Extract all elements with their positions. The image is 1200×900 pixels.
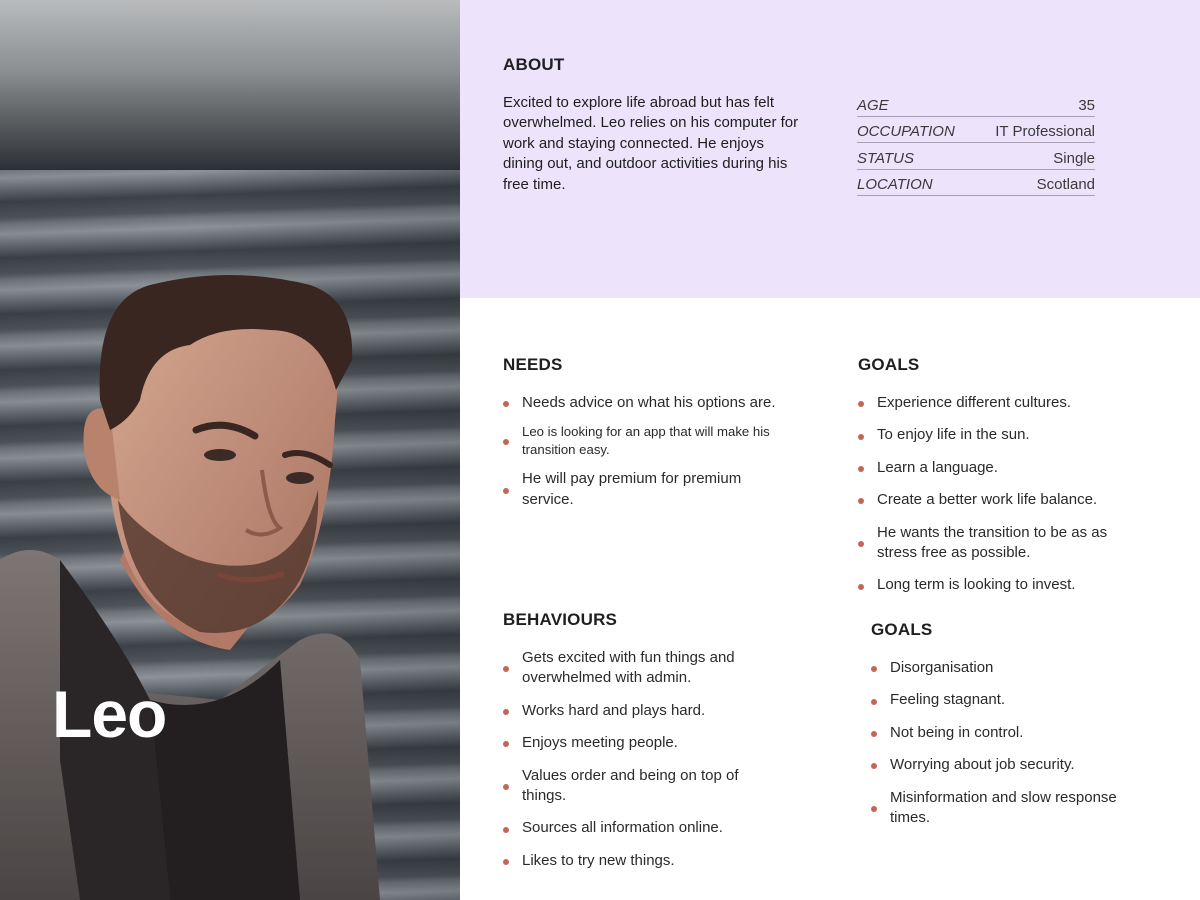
list-item: Needs advice on what his options are. [503, 393, 793, 413]
persona-portrait-illustration [0, 275, 380, 900]
list-item: Create a better work life balance. [858, 490, 1153, 510]
bullet-icon [858, 583, 864, 590]
list-item: Misinformation and slow response times. [871, 788, 1156, 829]
list-item: Learn a language. [858, 458, 1153, 478]
list-item: To enjoy life in the sun. [858, 425, 1153, 445]
bullet-icon [858, 498, 864, 505]
goals-list: Experience different cultures. To enjoy … [858, 393, 1153, 608]
list-item-text: Sources all information online. [522, 819, 723, 837]
list-item-text: Leo is looking for an app that will make… [522, 424, 770, 458]
list-item-text: Long term is looking to invest. [877, 576, 1076, 594]
bullet-icon [871, 763, 877, 770]
list-item-text: Learn a language. [877, 458, 998, 476]
list-item: Feeling stagnant. [871, 690, 1166, 710]
list-item: Values order and being on top of things. [503, 766, 778, 807]
bullet-icon [871, 731, 877, 738]
fact-key: OCCUPATION [857, 123, 955, 140]
list-item: Disorganisation [871, 658, 1166, 678]
needs-title: NEEDS [503, 355, 563, 374]
fact-value: Scotland [1036, 176, 1095, 193]
list-item: Worrying about job security. [871, 755, 1166, 775]
bullet-icon [503, 741, 509, 748]
bullet-icon [503, 401, 509, 408]
list-item-text: Not being in control. [890, 723, 1024, 741]
fact-key: AGE [857, 96, 889, 114]
bullet-icon [503, 439, 509, 446]
fact-row-age: AGE 35 [857, 90, 1095, 117]
about-title: ABOUT [503, 55, 565, 74]
pain-points-list: Disorganisation Feeling stagnant. Not be… [871, 658, 1166, 840]
bullet-icon [503, 666, 509, 673]
fact-value: 35 [1078, 96, 1095, 114]
persona-photo: Leo [0, 0, 460, 900]
fact-key: LOCATION [857, 176, 933, 193]
list-item: Not being in control. [871, 723, 1166, 743]
bullet-icon [503, 859, 509, 866]
fact-value: Single [1053, 149, 1095, 167]
bullet-icon [871, 666, 877, 673]
list-item-text: Worrying about job security. [890, 756, 1075, 774]
bullet-icon [858, 541, 864, 548]
bullet-icon [871, 698, 877, 705]
about-text: Excited to explore life abroad but has f… [503, 94, 799, 193]
bullet-icon [503, 826, 509, 833]
list-item: Likes to try new things. [503, 851, 793, 871]
list-item: Long term is looking to invest. [858, 575, 1153, 595]
list-item: Experience different cultures. [858, 393, 1153, 413]
list-item-text: Works hard and plays hard. [522, 701, 706, 719]
behaviours-title: BEHAVIOURS [503, 610, 618, 629]
bullet-icon [858, 401, 864, 408]
fact-row-location: LOCATION Scotland [857, 170, 1095, 196]
fact-row-occupation: OCCUPATION IT Professional [857, 117, 1095, 143]
list-item: Sources all information online. [503, 818, 793, 838]
list-item-text: Values order and being on top of things. [522, 766, 739, 805]
list-item-text: Gets excited with fun things and overwhe… [522, 649, 735, 687]
list-item-text: He wants the transition to be as as stre… [877, 523, 1108, 562]
bullet-icon [503, 709, 509, 716]
list-item-text: Experience different cultures. [877, 394, 1071, 411]
list-item-text: Disorganisation [890, 659, 994, 676]
list-item-text: He will pay premium for premium service. [522, 470, 742, 508]
about-section: ABOUT Excited to explore life abroad but… [460, 0, 1200, 298]
list-item-text: Needs advice on what his options are. [522, 394, 776, 411]
pain-points-title: GOALS [871, 620, 933, 639]
bullet-icon [858, 433, 864, 440]
list-item-text: Misinformation and slow response times. [890, 788, 1117, 827]
list-item: He wants the transition to be as as stre… [858, 523, 1138, 564]
bullet-icon [858, 466, 864, 473]
fact-value: IT Professional [995, 123, 1095, 140]
list-item: Leo is looking for an app that will make… [503, 423, 793, 459]
list-item-text: Feeling stagnant. [890, 691, 1006, 709]
bullet-icon [503, 784, 509, 791]
list-item: Works hard and plays hard. [503, 701, 793, 721]
list-item-text: To enjoy life in the sun. [877, 426, 1030, 444]
list-item: Enjoys meeting people. [503, 733, 793, 753]
persona-name: Leo [52, 677, 167, 751]
behaviours-list: Gets excited with fun things and overwhe… [503, 648, 793, 883]
fact-key: STATUS [857, 149, 914, 167]
bullet-icon [503, 487, 509, 494]
goals-title: GOALS [858, 355, 920, 374]
list-item: He will pay premium for premium service. [503, 469, 793, 510]
list-item-text: Likes to try new things. [522, 851, 675, 869]
needs-list: Needs advice on what his options are. Le… [503, 393, 793, 522]
bullet-icon [871, 806, 877, 813]
persona-facts: AGE 35 OCCUPATION IT Professional STATUS… [857, 90, 1095, 196]
fact-row-status: STATUS Single [857, 143, 1095, 170]
list-item-text: Create a better work life balance. [877, 491, 1098, 509]
list-item-text: Enjoys meeting people. [522, 734, 678, 752]
list-item: Gets excited with fun things and overwhe… [503, 648, 793, 689]
